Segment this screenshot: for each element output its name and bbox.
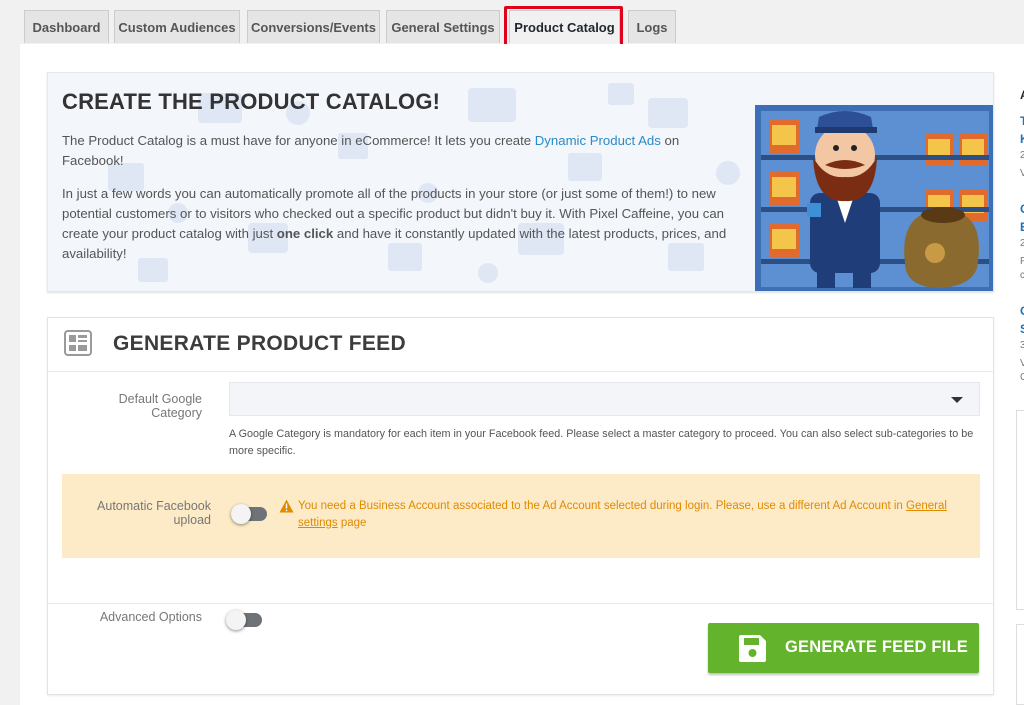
sidebar-widget-box-2: [1016, 624, 1024, 705]
auto-upload-toggle[interactable]: [231, 504, 267, 524]
sidebar-desc-3: V: [1020, 358, 1024, 369]
toggle-knob: [231, 504, 251, 524]
sidebar-widget-box: [1016, 410, 1024, 610]
chevron-down-icon: [951, 397, 963, 403]
sidebar-link-1-line-2[interactable]: K: [1020, 132, 1024, 146]
generate-feed-file-button[interactable]: GENERATE FEED FILE: [708, 623, 979, 673]
floppy-disk-icon: [739, 635, 766, 662]
sidebar-desc-2-line-2: c: [1020, 270, 1024, 281]
sidebar-link-3[interactable]: C: [1020, 304, 1024, 318]
mascot-illustration: [755, 105, 993, 291]
sidebar-meta-3: 3: [1020, 340, 1024, 351]
hero-paragraph-2: In just a few words you can automaticall…: [62, 186, 727, 261]
sidebar-desc-3-line-2: C: [1020, 372, 1024, 383]
google-category-label: Default Google Category: [118, 392, 202, 420]
generate-product-feed-panel: GENERATE PRODUCT FEED Default Google Cat…: [47, 317, 994, 695]
dynamic-product-ads-link[interactable]: Dynamic Product Ads: [535, 133, 661, 148]
catalog-grid-icon: [64, 330, 92, 356]
sidebar-link-2-line-2[interactable]: E: [1020, 220, 1024, 234]
sidebar-meta-2: 2: [1020, 238, 1024, 249]
tab-conversions-events[interactable]: Conversions/Events: [247, 10, 380, 43]
content-area: CREATE THE PRODUCT CATALOG! The Product …: [20, 44, 1024, 705]
sidebar-meta-1: 2: [1020, 150, 1024, 161]
google-category-select[interactable]: [229, 382, 980, 416]
toggle-knob: [226, 610, 246, 630]
warning-triangle-icon: [279, 499, 294, 513]
sidebar-link-1[interactable]: T: [1020, 114, 1024, 128]
panel-header: GENERATE PRODUCT FEED: [48, 318, 993, 372]
tab-custom-audiences[interactable]: Custom Audiences: [114, 10, 240, 43]
auto-upload-row: Automatic Facebook upload You need a Bus…: [62, 474, 980, 558]
sidebar-link-3-line-2[interactable]: S: [1020, 322, 1024, 336]
tab-logs[interactable]: Logs: [628, 10, 676, 43]
sidebar-desc-2: F: [1020, 256, 1024, 267]
generate-feed-file-label: GENERATE FEED FILE: [785, 638, 968, 656]
tab-dashboard[interactable]: Dashboard: [24, 10, 109, 43]
sidebar-link-2[interactable]: C: [1020, 202, 1024, 216]
sidebar-heading: A: [1020, 88, 1024, 102]
panel-divider: [48, 603, 993, 604]
google-category-help: A Google Category is mandatory for each …: [229, 428, 974, 457]
hero-title: CREATE THE PRODUCT CATALOG!: [62, 89, 441, 114]
business-account-warning: You need a Business Account associated t…: [298, 500, 947, 529]
panel-title: GENERATE PRODUCT FEED: [113, 332, 406, 355]
advanced-options-label: Advanced Options: [99, 610, 202, 624]
product-catalog-intro: CREATE THE PRODUCT CATALOG! The Product …: [47, 72, 994, 292]
advanced-options-toggle[interactable]: [226, 610, 262, 630]
tab-general-settings[interactable]: General Settings: [386, 10, 500, 43]
sidebar-desc-1: V: [1020, 168, 1024, 179]
auto-upload-label: Automatic Facebook upload: [97, 499, 211, 527]
hero-paragraph-1: The Product Catalog is a must have for a…: [62, 133, 680, 168]
